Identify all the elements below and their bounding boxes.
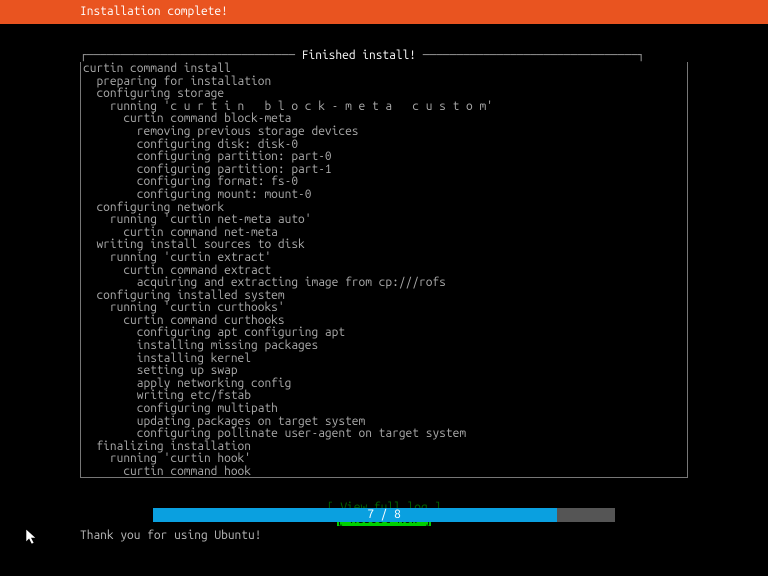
log-line: running 'curtin extract'	[83, 252, 685, 265]
log-line: removing previous storage devices	[83, 126, 685, 139]
log-line: curtin command install	[83, 63, 685, 76]
progress-label: 7 / 8	[153, 508, 615, 522]
log-line: configuring multipath	[83, 403, 685, 416]
header-title: Installation complete!	[80, 5, 228, 18]
log-line: acquiring and extracting image from cp:/…	[83, 277, 685, 290]
log-line: configuring mount: mount-0	[83, 189, 685, 202]
frame-top-border: ┌─────────────────────────────── Finishe…	[80, 50, 688, 62]
install-log: curtin command install preparing for ins…	[80, 62, 688, 478]
progress-row: 7 / 8	[0, 508, 768, 522]
log-line: configuring pollinate user-agent on targ…	[83, 428, 685, 441]
log-line: installing missing packages	[83, 340, 685, 353]
log-line: running 'curtin curthooks'	[83, 302, 685, 315]
installer-main: ┌─────────────────────────────── Finishe…	[0, 24, 768, 544]
progress-bar: 7 / 8	[153, 508, 615, 522]
log-line: configuring storage	[83, 88, 685, 101]
header-bar: Installation complete!	[0, 0, 768, 24]
log-line: running 'curtin net-meta auto'	[83, 214, 685, 227]
log-line: curtin command hook	[83, 466, 685, 478]
log-line: configuring partition: part-0	[83, 151, 685, 164]
cursor-icon	[26, 529, 38, 547]
log-frame: ┌─────────────────────────────── Finishe…	[80, 50, 688, 478]
frame-title: Finished install!	[302, 49, 416, 62]
log-line: setting up swap	[83, 365, 685, 378]
footer-text: Thank you for using Ubuntu!	[80, 530, 261, 542]
